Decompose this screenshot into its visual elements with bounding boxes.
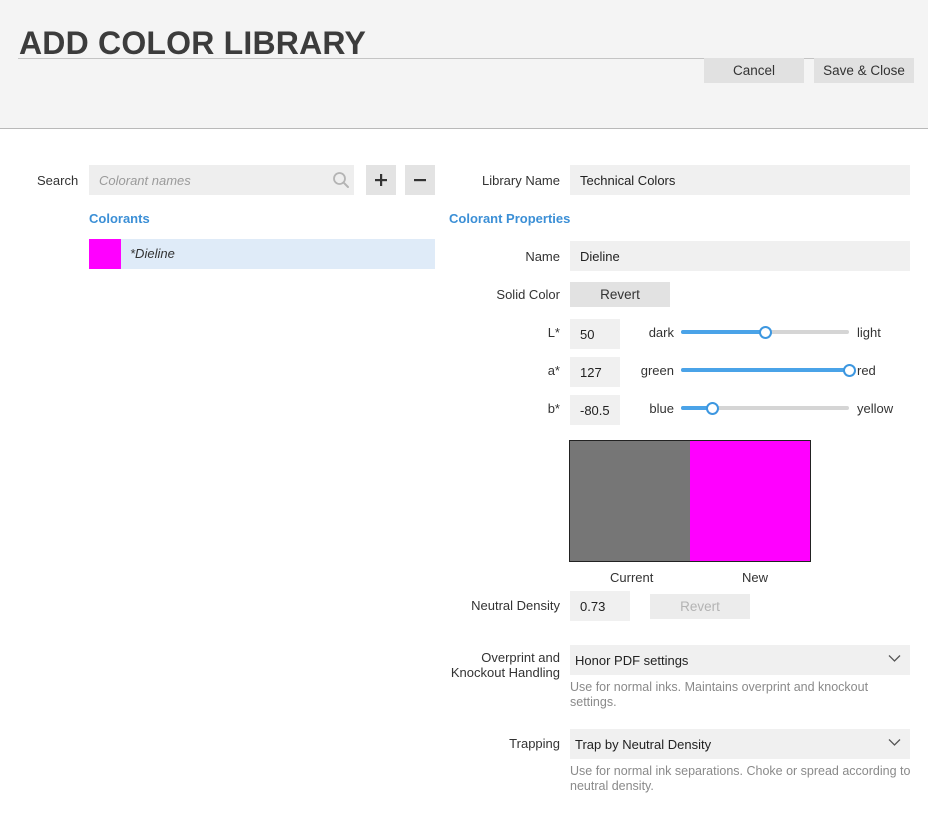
colorant-swatch [89, 239, 121, 269]
a-star-low-label: green [640, 363, 674, 378]
library-name-field[interactable] [570, 165, 910, 195]
a-star-label: a* [547, 363, 560, 378]
overprint-label-line1: Overprint and [481, 650, 560, 665]
slider-thumb[interactable] [706, 402, 720, 415]
cancel-button[interactable]: Cancel [704, 58, 804, 83]
colorant-name: *Dieline [130, 246, 175, 261]
overprint-help-text: Use for normal inks. Maintains overprint… [570, 680, 869, 709]
l-star-slider[interactable] [681, 323, 849, 341]
colorant-name-field[interactable] [570, 241, 910, 271]
colorant-list-item[interactable]: *Dieline [89, 239, 435, 269]
new-label: New [742, 570, 769, 585]
neutral-density-label: Neutral Density [471, 598, 560, 613]
a-star-input[interactable] [570, 357, 620, 387]
b-star-high-label: yellow [857, 401, 894, 416]
plus-icon [375, 174, 387, 186]
search-icon[interactable] [332, 171, 350, 189]
dialog-header: ADD COLOR LIBRARY Cancel Save & Close [0, 0, 928, 129]
overprint-label-line2: Knockout Handling [450, 665, 560, 680]
current-color-swatch [570, 441, 690, 561]
trapping-select[interactable]: Trap by Neutral Density [570, 729, 910, 759]
b-star-input[interactable] [570, 395, 620, 425]
search-label: Search [37, 173, 79, 188]
l-star-label: L* [547, 325, 560, 340]
slider-fill [681, 330, 765, 334]
page-title: ADD COLOR LIBRARY [19, 25, 367, 61]
colorant-properties-title: Colorant Properties [449, 211, 571, 226]
b-star-slider[interactable] [681, 399, 849, 417]
chevron-down-icon [888, 739, 901, 746]
colorants-title: Colorants [89, 211, 150, 226]
l-star-low-label: dark [648, 325, 674, 340]
slider-thumb[interactable] [759, 326, 772, 339]
neutral-density-input[interactable] [570, 591, 630, 621]
l-star-input[interactable] [570, 319, 620, 349]
b-star-label: b* [547, 401, 560, 416]
slider-thumb[interactable] [843, 364, 856, 377]
color-preview [569, 440, 811, 562]
slider-fill [681, 368, 849, 372]
trapping-value: Trap by Neutral Density [575, 737, 712, 752]
trapping-help-text: Use for normal ink separations. Choke or… [570, 764, 911, 793]
new-color-swatch [690, 441, 810, 561]
trapping-label: Trapping [509, 736, 560, 751]
a-star-high-label: red [857, 363, 876, 378]
search-input[interactable] [89, 165, 329, 195]
current-label: Current [610, 570, 654, 585]
save-close-button[interactable]: Save & Close [814, 58, 914, 83]
minus-icon [414, 179, 426, 182]
name-label: Name [525, 249, 560, 264]
search-box [89, 165, 354, 195]
overprint-value: Honor PDF settings [575, 653, 689, 668]
b-star-low-label: blue [649, 401, 674, 416]
remove-colorant-button[interactable] [405, 165, 435, 195]
overprint-select[interactable]: Honor PDF settings [570, 645, 910, 675]
neutral-density-revert-button: Revert [650, 594, 750, 619]
a-star-slider[interactable] [681, 361, 856, 379]
l-star-high-label: light [857, 325, 881, 340]
chevron-down-icon [888, 655, 901, 662]
library-name-label: Library Name [481, 173, 560, 188]
add-colorant-button[interactable] [366, 165, 396, 195]
solid-color-revert-button[interactable]: Revert [570, 282, 670, 307]
solid-color-label: Solid Color [496, 287, 560, 302]
